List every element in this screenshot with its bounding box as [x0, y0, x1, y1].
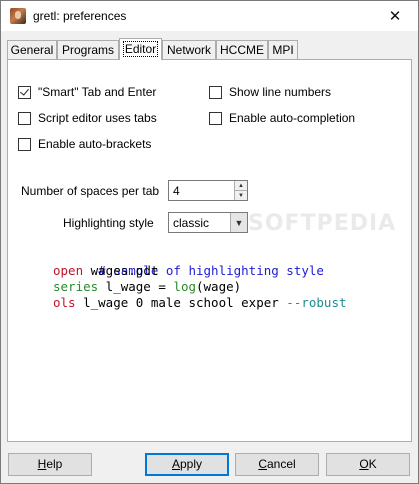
- code-keyword: series: [53, 279, 99, 294]
- tab-hccme[interactable]: HCCME: [216, 40, 268, 59]
- tab-general[interactable]: General: [7, 40, 57, 59]
- script-tabs-label: Script editor uses tabs: [38, 111, 157, 125]
- title-bar: gretl: preferences ✕: [1, 1, 418, 31]
- checkbox-icon[interactable]: [18, 111, 31, 125]
- spaces-per-tab-value[interactable]: 4: [173, 184, 180, 198]
- tab-programs[interactable]: Programs: [57, 40, 119, 59]
- help-button[interactable]: Help: [8, 453, 92, 476]
- tab-mpi[interactable]: MPI: [268, 40, 298, 59]
- code-line: series l_wage = log(wage): [53, 279, 393, 295]
- script-tabs-checkbox[interactable]: Script editor uses tabs: [18, 110, 157, 126]
- smart-tab-checkbox[interactable]: "Smart" Tab and Enter: [18, 84, 156, 100]
- show-line-numbers-label: Show line numbers: [229, 85, 332, 99]
- gretl-app-icon: [10, 8, 26, 24]
- smart-tab-label: "Smart" Tab and Enter: [38, 85, 157, 99]
- apply-button[interactable]: Apply: [145, 453, 229, 476]
- highlighting-style-value: classic: [173, 216, 210, 230]
- auto-completion-checkbox[interactable]: Enable auto-completion: [209, 110, 355, 126]
- window-title: gretl: preferences: [33, 9, 127, 23]
- code-line: ols l_wage 0 male school exper --robust: [53, 295, 393, 311]
- auto-brackets-checkbox[interactable]: Enable auto-brackets: [18, 136, 151, 152]
- tab-editor[interactable]: Editor: [119, 38, 162, 60]
- tab-bar: General Programs Editor Network HCCME MP…: [7, 38, 413, 60]
- auto-completion-label: Enable auto-completion: [229, 111, 356, 125]
- checkbox-checked-icon[interactable]: [18, 85, 31, 99]
- chevron-down-icon[interactable]: ▼: [230, 213, 247, 232]
- checkbox-icon[interactable]: [209, 85, 222, 99]
- spaces-per-tab-label: Number of spaces per tab: [21, 184, 160, 198]
- show-line-numbers-checkbox[interactable]: Show line numbers: [209, 84, 331, 100]
- spinner-buttons: ▲ ▼: [234, 181, 247, 200]
- highlight-sample: # sample of highlighting style open wage…: [53, 247, 393, 339]
- checkbox-icon[interactable]: [209, 111, 222, 125]
- code-keyword: open: [53, 263, 84, 278]
- highlighting-style-label: Highlighting style: [63, 216, 154, 230]
- code-text: l_wage 0 male school exper: [75, 295, 287, 310]
- checkbox-icon[interactable]: [18, 137, 31, 151]
- code-text: (wage): [196, 279, 242, 294]
- code-text: wages.gdt: [83, 263, 159, 278]
- spaces-per-tab-spinner[interactable]: 4 ▲ ▼: [168, 180, 248, 201]
- highlighting-style-select[interactable]: classic ▼: [168, 212, 248, 233]
- code-option: --robust: [286, 295, 347, 310]
- cancel-button[interactable]: Cancel: [235, 453, 319, 476]
- close-icon[interactable]: ✕: [372, 1, 418, 31]
- preferences-window: gretl: preferences ✕ General Programs Ed…: [0, 0, 419, 484]
- ok-button[interactable]: OK: [326, 453, 410, 476]
- code-text: l_wage =: [98, 279, 174, 294]
- tab-network[interactable]: Network: [162, 40, 216, 59]
- spin-down-icon[interactable]: ▼: [235, 191, 247, 200]
- code-function: log: [173, 279, 196, 294]
- auto-brackets-label: Enable auto-brackets: [38, 137, 152, 151]
- code-keyword: ols: [53, 295, 76, 310]
- spin-up-icon[interactable]: ▲: [235, 181, 247, 191]
- code-line: # sample of highlighting style: [53, 247, 393, 278]
- watermark: SOFTPEDIA: [248, 211, 397, 236]
